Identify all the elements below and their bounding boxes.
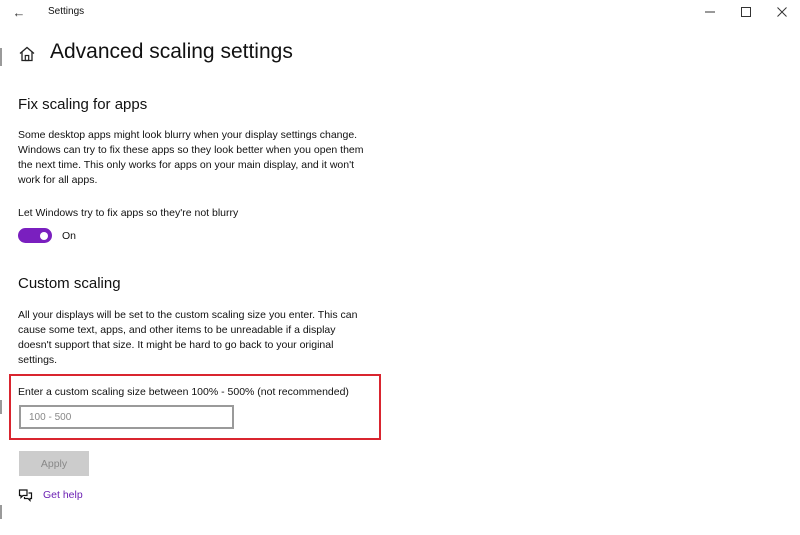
maximize-icon <box>741 7 751 17</box>
window-controls <box>692 0 800 24</box>
close-button[interactable] <box>764 0 800 24</box>
apply-button[interactable]: Apply <box>19 451 89 476</box>
maximize-button[interactable] <box>728 0 764 24</box>
fix-scaling-toggle-label: Let Windows try to fix apps so they're n… <box>18 207 239 219</box>
chat-help-icon <box>18 489 33 502</box>
fix-scaling-heading: Fix scaling for apps <box>18 96 148 113</box>
left-edge-mark <box>0 400 2 414</box>
custom-scaling-description: All your displays will be set to the cus… <box>18 309 358 366</box>
page-title: Advanced scaling settings <box>50 40 293 63</box>
custom-scaling-input-label: Enter a custom scaling size between 100%… <box>18 386 349 398</box>
get-help-row[interactable]: Get help <box>18 488 83 502</box>
minimize-button[interactable] <box>692 0 728 24</box>
minimize-icon <box>705 11 715 13</box>
toggle-state-label: On <box>62 229 77 242</box>
home-icon[interactable] <box>18 45 36 63</box>
title-bar: ← Settings <box>0 0 800 26</box>
settings-window: ← Settings Advanced scaling settings Fix… <box>0 0 800 535</box>
back-button[interactable]: ← <box>8 2 30 22</box>
app-title: Settings <box>48 6 85 17</box>
close-icon <box>777 7 787 17</box>
left-edge-mark <box>0 505 2 519</box>
custom-scaling-input[interactable] <box>19 405 234 429</box>
fix-scaling-toggle-row: On <box>18 228 76 243</box>
fix-scaling-description: Some desktop apps might look blurry when… <box>18 129 364 186</box>
fix-scaling-toggle[interactable] <box>18 228 52 243</box>
get-help-link[interactable]: Get help <box>43 489 83 501</box>
toggle-knob <box>40 231 48 240</box>
page-header: Advanced scaling settings <box>18 40 293 64</box>
custom-scaling-heading: Custom scaling <box>18 275 121 292</box>
left-edge-mark <box>0 48 2 66</box>
back-arrow-icon: ← <box>12 4 26 20</box>
